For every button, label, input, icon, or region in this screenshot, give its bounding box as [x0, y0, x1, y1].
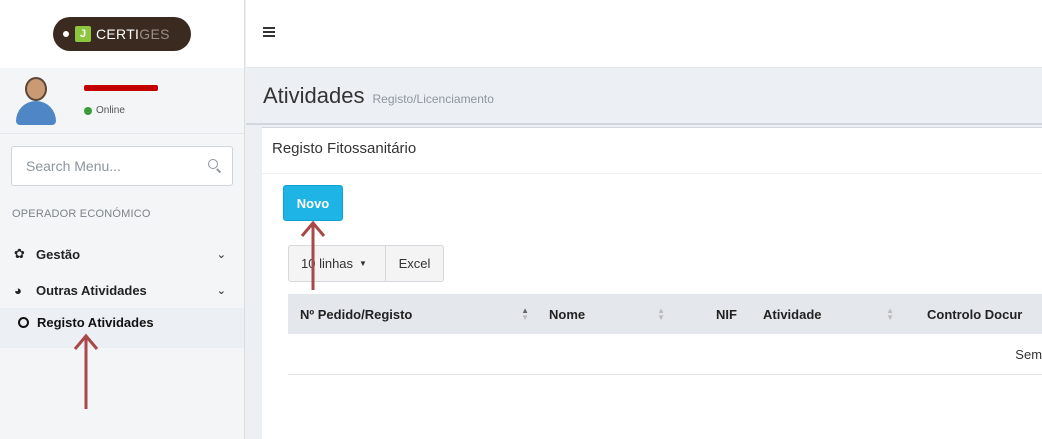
logo-mark-icon: J [75, 26, 91, 42]
top-navbar [246, 0, 1042, 68]
logo[interactable]: J CERTIGES [53, 17, 191, 51]
sort-icon: ▲ ▼ [521, 306, 529, 322]
avatar-head [25, 76, 47, 101]
globe-icon: ◕ [14, 282, 22, 298]
content-header: Atividades Registo/Licenciamento [246, 69, 1042, 125]
column-header-nome[interactable]: Nome ▲ ▼ [537, 294, 673, 334]
search-input[interactable] [26, 158, 208, 174]
user-panel: Online [0, 68, 244, 134]
sidebar-item-outras-atividades[interactable]: ◕ Outras Atividades ⌄ [0, 272, 244, 308]
column-header-pedido[interactable]: Nº Pedido/Registo ▲ ▼ [288, 294, 537, 334]
annotation-arrow-novo [300, 220, 326, 290]
sidebar: J CERTIGES Online OPERADOR ECONÓMICO ✿ G… [0, 0, 245, 439]
table-row-empty: Sem registos a [288, 334, 1042, 375]
sort-icon: ▲ ▼ [886, 306, 894, 322]
sort-icon: ▲ ▼ [657, 306, 665, 322]
page-subtitle: Registo/Licenciamento [372, 92, 494, 106]
page-title: Atividades [263, 83, 365, 108]
column-header-atividade[interactable]: Atividade ▲ ▼ [737, 294, 902, 334]
menu-toggle-icon[interactable] [263, 26, 275, 38]
user-name-redacted [84, 85, 158, 91]
column-header-label: Nº Pedido/Registo [300, 306, 413, 322]
sidebar-subitem-label: Registo Atividades [37, 314, 154, 330]
avatar [14, 76, 58, 125]
cog-icon: ✿ [14, 246, 25, 261]
column-header-label: NIF [716, 306, 737, 322]
chevron-down-icon: ⌄ [216, 248, 226, 261]
column-header-label: Nome [549, 306, 586, 322]
box-title: Registo Fitossanitário [262, 128, 1042, 174]
caret-down-icon: ▼ [359, 259, 367, 268]
column-header-controlo[interactable]: Controlo Docur [902, 294, 1042, 334]
submenu: Registo Atividades [0, 308, 244, 348]
column-header-label: Atividade [763, 306, 822, 322]
search-box [11, 146, 233, 186]
content-box: Registo Fitossanitário Novo 10 linhas ▼ … [262, 127, 1042, 439]
empty-table-message: Sem registos a [1015, 346, 1042, 362]
data-table: Nº Pedido/Registo ▲▼ Nome ▲▼ NIF ▲▼ Ativ… [288, 294, 1042, 375]
table-header: Nº Pedido/Registo ▲▼ Nome ▲▼ NIF ▲▼ Ativ… [288, 294, 1042, 334]
sidebar-subitem-registo-atividades[interactable]: Registo Atividades [0, 310, 244, 334]
column-header-nif[interactable]: NIF ▲▼ [673, 294, 737, 334]
sidebar-item-gestao[interactable]: ✿ Gestão ⌄ [0, 236, 244, 272]
online-status-icon [84, 106, 92, 115]
annotation-arrow-registo [73, 333, 99, 409]
user-status-label: Online [96, 105, 125, 116]
avatar-body [16, 100, 56, 125]
column-header-label: Controlo Docur [927, 306, 1023, 322]
sidebar-item-label: Outras Atividades [36, 282, 147, 298]
circle-icon [18, 316, 29, 328]
user-status: Online [84, 105, 158, 116]
chevron-down-icon: ⌄ [216, 284, 226, 297]
search-icon[interactable] [208, 159, 222, 173]
sidebar-item-label: Gestão [36, 246, 81, 262]
logo-bar: J CERTIGES [0, 0, 244, 68]
logo-dot-icon [63, 31, 69, 37]
new-button[interactable]: Novo [283, 185, 343, 221]
logo-brand-dim: GES [139, 26, 170, 42]
section-header: OPERADOR ECONÓMICO [12, 208, 151, 220]
excel-export-button[interactable]: Excel [386, 245, 444, 282]
user-info: Online [70, 85, 158, 116]
logo-brand-main: CERTI [96, 26, 140, 42]
